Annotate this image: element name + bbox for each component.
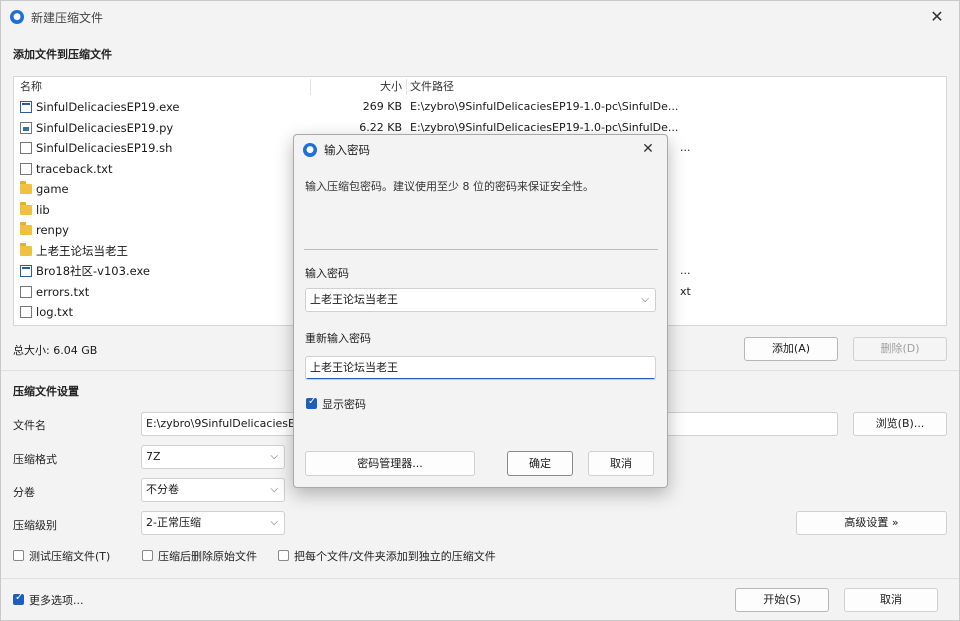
file-name: 上老王论坛当老王: [36, 243, 128, 258]
folder-icon: [20, 201, 32, 215]
chevron-down-icon[interactable]: ⌵: [641, 289, 649, 311]
reenter-password-input[interactable]: 上老王论坛当老王: [305, 356, 656, 380]
format-label: 压缩格式: [13, 453, 57, 466]
document-icon: [20, 162, 32, 175]
format-value: 7Z: [146, 450, 161, 463]
list-item[interactable]: SinfulDelicaciesEP19.exe 269 KB E:\zybro\9…: [14, 97, 946, 118]
reenter-password-label: 重新输入密码: [305, 332, 371, 345]
file-name: errors.txt: [36, 284, 90, 299]
reenter-password-value: 上老王论坛当老王: [310, 361, 398, 374]
chevron-down-icon: ⌵: [270, 484, 278, 495]
folder-icon: [20, 242, 32, 256]
browse-button[interactable]: 浏览(B)...: [853, 412, 947, 436]
exe-file-icon: [20, 265, 32, 277]
window-title: 新建压缩文件: [31, 11, 104, 25]
more-options-checkbox[interactable]: [13, 592, 24, 605]
close-icon[interactable]: ✕: [925, 5, 949, 29]
file-name: renpy: [36, 223, 69, 237]
delete-original-checkbox[interactable]: [142, 550, 153, 561]
password-dialog: ● 输入密码 ✕ 输入压缩包密码。建议使用至少 8 位的密码来保证安全性。 输入…: [293, 134, 668, 488]
folder-icon: [20, 181, 32, 194]
level-label: 压缩级别: [13, 519, 57, 532]
separate-archives-label[interactable]: 把每个文件/文件夹添加到独立的压缩文件: [294, 548, 496, 564]
file-name: Bro18社区-v103.exe: [36, 264, 150, 278]
add-button[interactable]: 添加(A): [744, 337, 838, 361]
delete-button[interactable]: 删除(D): [853, 337, 947, 361]
format-select[interactable]: 7Z ⌵: [141, 445, 285, 469]
split-label: 分卷: [13, 486, 35, 499]
test-archive-label[interactable]: 测试压缩文件(T): [29, 548, 110, 564]
app-logo-icon: ●: [303, 143, 317, 157]
python-file-icon: [20, 121, 32, 134]
file-name: SinfulDelicaciesEP19.sh: [36, 141, 173, 155]
dialog-title: 输入密码: [324, 143, 370, 157]
file-path-tail: ...: [680, 141, 691, 154]
ok-button[interactable]: 确定: [507, 451, 573, 476]
column-header-path[interactable]: 文件路径: [410, 77, 690, 97]
column-divider[interactable]: [310, 79, 311, 95]
separate-archives-checkbox[interactable]: [278, 550, 289, 561]
column-divider[interactable]: [406, 79, 407, 95]
divider: [304, 249, 658, 250]
file-name: traceback.txt: [36, 161, 113, 176]
focus-indicator: [306, 378, 655, 379]
document-icon: [20, 306, 32, 318]
file-name: SinfulDelicaciesEP19.exe: [36, 100, 180, 114]
file-name: SinfulDelicaciesEP19.py: [36, 120, 174, 135]
advanced-settings-button[interactable]: 高级设置 »: [796, 511, 947, 535]
column-header-name[interactable]: 名称: [20, 77, 310, 97]
file-name: lib: [36, 202, 50, 217]
document-icon: [20, 285, 32, 298]
exe-file-icon: [20, 101, 32, 113]
add-files-heading: 添加文件到压缩文件: [13, 48, 112, 61]
settings-heading: 压缩文件设置: [13, 385, 79, 398]
file-size: 269 KB: [362, 100, 402, 113]
title-bar: ● 新建压缩文件 ✕: [1, 1, 959, 33]
file-path: E:\zybro\9SinfulDelicaciesEP19-1.0-pc\Si…: [410, 100, 679, 113]
close-icon[interactable]: ✕: [637, 138, 659, 160]
show-password-checkbox[interactable]: [306, 396, 317, 409]
total-size: 总大小: 6.04 GB: [13, 344, 98, 357]
test-archive-checkbox[interactable]: [13, 550, 24, 561]
folder-icon: [20, 222, 32, 235]
split-value: 不分卷: [146, 483, 179, 496]
level-value: 2-正常压缩: [146, 516, 201, 529]
level-select[interactable]: 2-正常压缩 ⌵: [141, 511, 285, 535]
document-icon: [20, 142, 32, 154]
filename-label: 文件名: [13, 419, 46, 432]
password-value: 上老王论坛当老王: [310, 293, 398, 306]
dialog-description: 输入压缩包密码。建议使用至少 8 位的密码来保证安全性。: [305, 180, 594, 193]
password-input[interactable]: 上老王论坛当老王 ⌵: [305, 288, 656, 312]
start-button[interactable]: 开始(S): [735, 588, 829, 612]
dialog-cancel-button[interactable]: 取消: [588, 451, 654, 476]
file-path-tail: xt: [680, 284, 691, 298]
delete-original-label[interactable]: 压缩后删除原始文件: [158, 548, 257, 564]
cancel-button[interactable]: 取消: [844, 588, 938, 612]
file-path-tail: ...: [680, 264, 691, 277]
column-header-size[interactable]: 大小: [314, 77, 402, 97]
file-name: log.txt: [36, 305, 74, 319]
divider: [1, 578, 959, 579]
password-manager-button[interactable]: 密码管理器...: [305, 451, 475, 476]
show-password-label[interactable]: 显示密码: [322, 396, 366, 412]
chevron-down-icon: ⌵: [270, 451, 278, 462]
more-options-label[interactable]: 更多选项...: [29, 592, 84, 608]
split-select[interactable]: 不分卷 ⌵: [141, 478, 285, 502]
chevron-down-icon: ⌵: [270, 517, 278, 528]
app-logo-icon: ●: [10, 10, 24, 24]
password-label: 输入密码: [305, 267, 349, 280]
file-name: game: [36, 182, 69, 196]
